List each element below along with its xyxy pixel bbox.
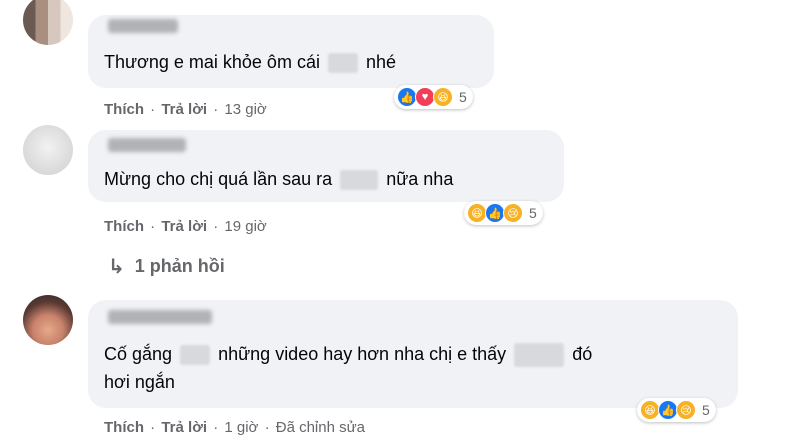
separator: · [213, 101, 219, 118]
censored-word [340, 170, 379, 191]
author-name-redacted[interactable] [108, 310, 212, 324]
reaction-summary[interactable]: 👍 ♥ 😆 5 [394, 85, 473, 109]
reply-action[interactable]: Trả lời [161, 101, 207, 118]
separator: · [264, 419, 270, 436]
sad-icon: 😢 [503, 203, 523, 223]
love-icon: ♥ [415, 87, 435, 107]
edited-label[interactable]: Đã chỉnh sửa [276, 419, 365, 436]
haha-icon: 😆 [467, 203, 487, 223]
comment-text-part: đó [572, 344, 593, 364]
comment-text-part: Thương e mai khỏe ôm cái [104, 52, 320, 72]
author-name-redacted[interactable] [108, 138, 186, 152]
like-icon: 👍 [397, 87, 417, 107]
comment-text-line-2: hơi ngắn [104, 372, 175, 392]
censored-word [327, 53, 358, 74]
like-icon: 👍 [485, 203, 505, 223]
comment-text-part: nữa nha [386, 169, 454, 189]
separator: · [213, 218, 219, 235]
comment-text: Mừng cho chị quá lần sau ra nữa nha [104, 165, 453, 194]
author-name-redacted[interactable] [108, 19, 178, 33]
sad-icon: 😢 [676, 400, 696, 420]
avatar[interactable] [23, 125, 73, 175]
reply-action[interactable]: Trả lời [161, 419, 207, 436]
reaction-summary[interactable]: 😆 👍 😢 5 [637, 398, 716, 422]
censored-word [180, 345, 211, 366]
timestamp[interactable]: 19 giờ [224, 218, 266, 235]
comment-bubble: Thương e mai khỏe ôm cái nhé [88, 15, 494, 88]
timestamp[interactable]: 13 giờ [224, 101, 266, 118]
reply-arrow-icon: ↳ [108, 256, 125, 278]
reaction-count: 5 [459, 89, 467, 105]
like-action[interactable]: Thích [104, 218, 144, 235]
reaction-count: 5 [702, 402, 710, 418]
comment-bubble: Cố gắng những video hay hơn nha chị e th… [88, 300, 738, 408]
comment-text-line-1: Cố gắng những video hay hơn nha chị e th… [104, 340, 592, 369]
censored-word [514, 343, 565, 368]
reaction-count: 5 [529, 205, 537, 221]
separator: · [150, 101, 156, 118]
comment-actions: Thích · Trả lời · 13 giờ [104, 101, 267, 118]
comment-text-part: những video hay hơn nha chị e thấy [218, 344, 507, 364]
avatar[interactable] [23, 295, 73, 345]
comment-text-part: Mừng cho chị quá lần sau ra [104, 169, 333, 189]
haha-icon: 😆 [640, 400, 660, 420]
reaction-summary[interactable]: 😆 👍 😢 5 [464, 201, 543, 225]
comment-actions: Thích · Trả lời · 1 giờ · Đã chỉnh sửa [104, 419, 365, 436]
comment-text-part: nhé [365, 52, 397, 72]
comment-bubble: Mừng cho chị quá lần sau ra nữa nha [88, 130, 564, 202]
like-icon: 👍 [658, 400, 678, 420]
like-action[interactable]: Thích [104, 101, 144, 118]
comment-text: Thương e mai khỏe ôm cái nhé [104, 48, 396, 77]
view-replies-button[interactable]: ↳ 1 phản hồi [108, 254, 225, 279]
separator: · [150, 218, 156, 235]
comment-text-part: Cố gắng [104, 344, 173, 364]
timestamp[interactable]: 1 giờ [224, 419, 258, 436]
comment-actions: Thích · Trả lời · 19 giờ [104, 218, 267, 235]
separator: · [150, 419, 156, 436]
replies-label: 1 phản hồi [134, 256, 225, 276]
haha-icon: 😆 [433, 87, 453, 107]
separator: · [213, 419, 219, 436]
reply-action[interactable]: Trả lời [161, 218, 207, 235]
like-action[interactable]: Thích [104, 419, 144, 436]
avatar[interactable] [23, 0, 73, 45]
